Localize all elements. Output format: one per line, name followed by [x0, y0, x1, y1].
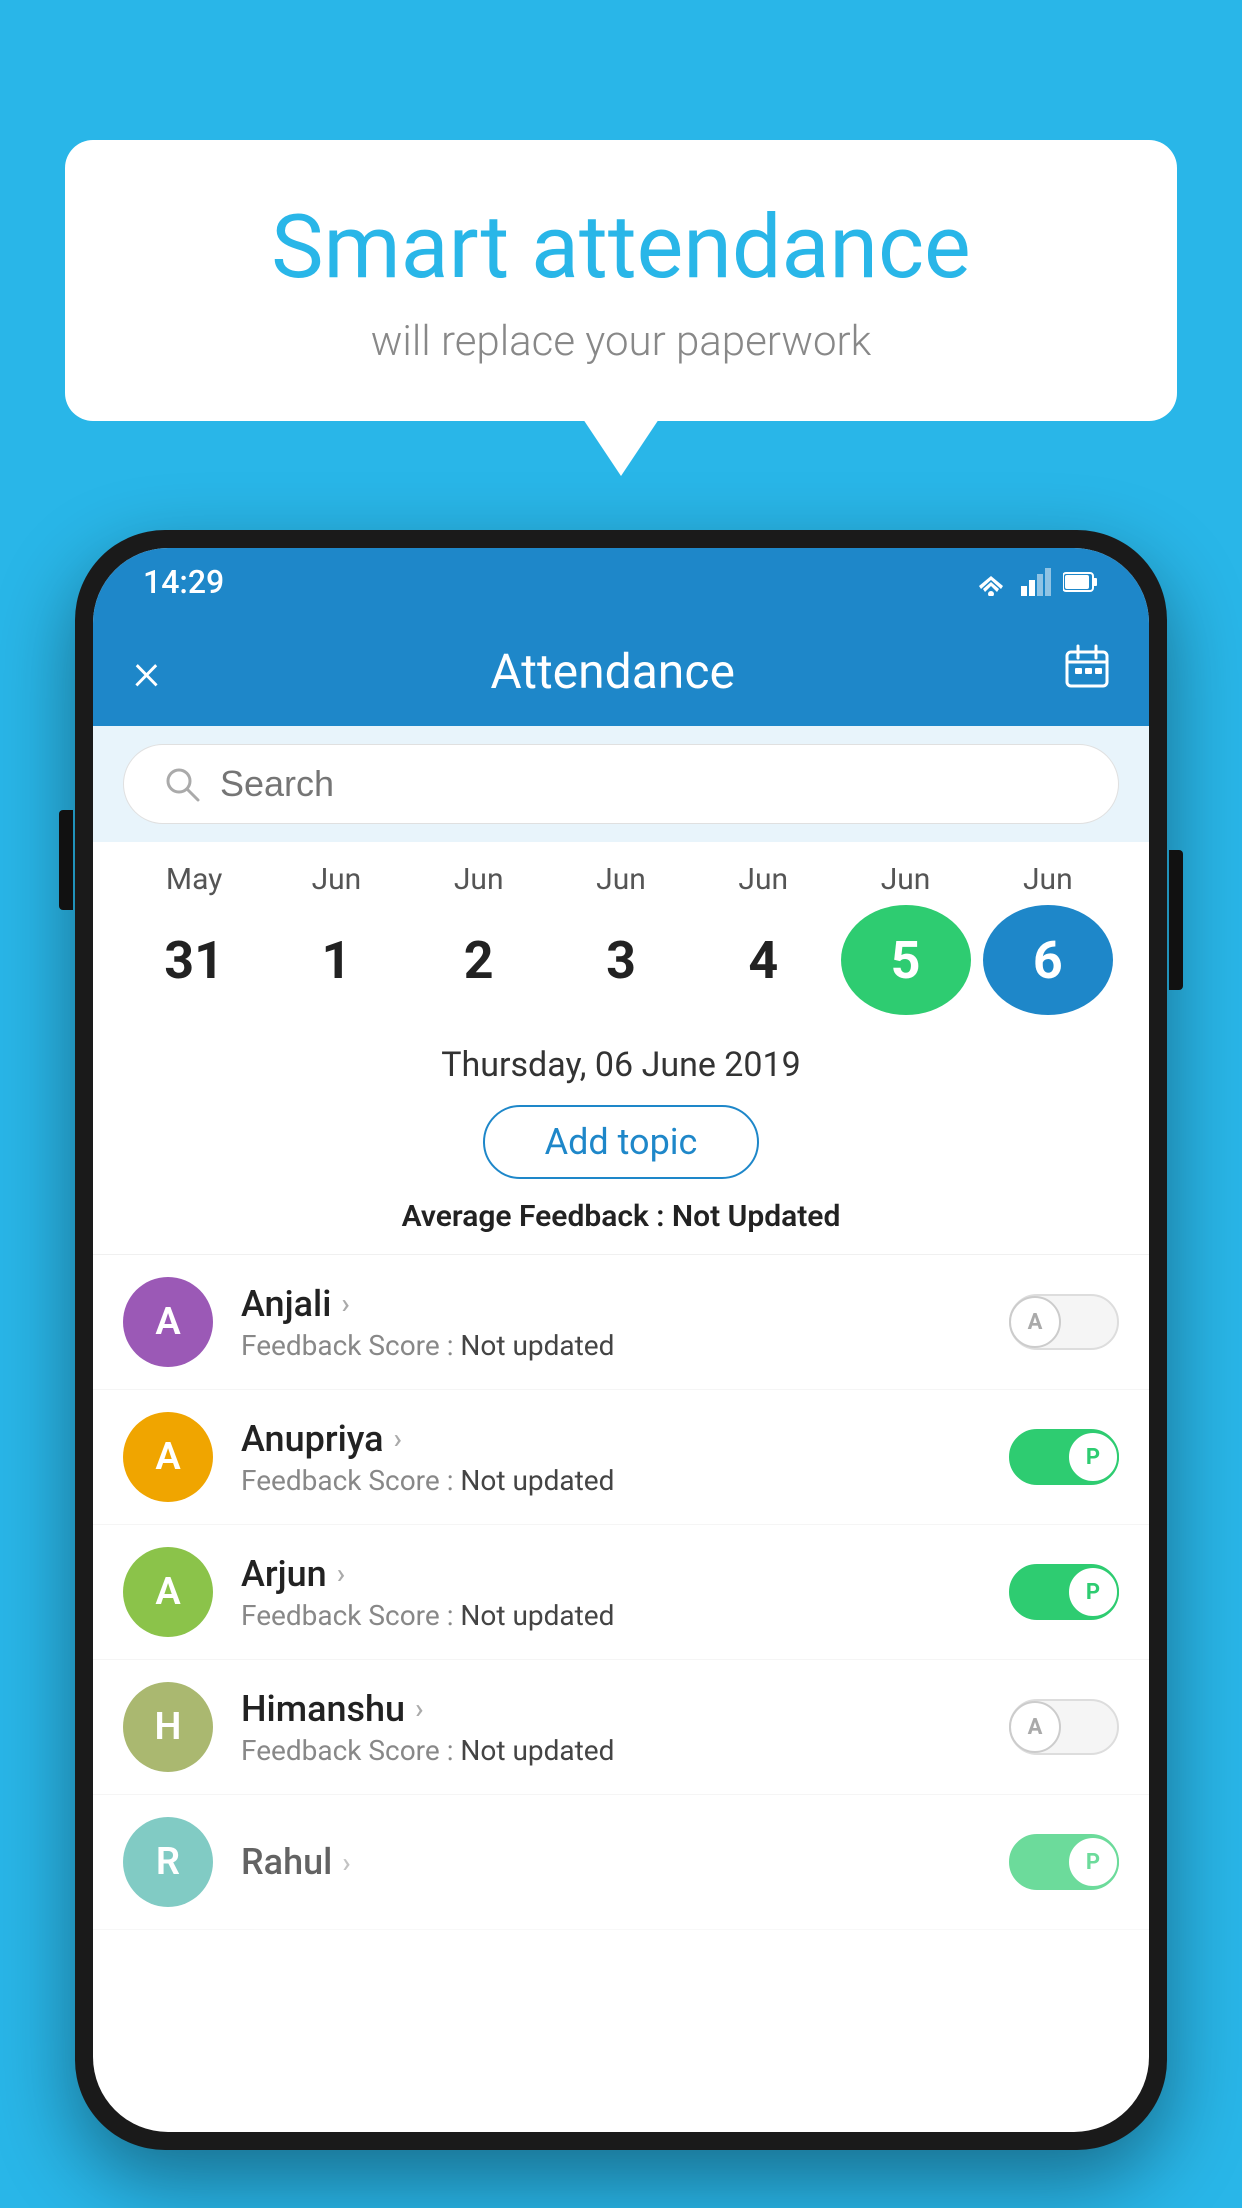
month-row: May Jun Jun Jun Jun Jun Jun	[123, 862, 1119, 897]
info-section: Thursday, 06 June 2019 Add topic Average…	[93, 1025, 1149, 1255]
attendance-toggle-partial[interactable]: P	[1009, 1834, 1119, 1890]
date-4[interactable]: 4	[698, 905, 828, 1015]
date-2[interactable]: 2	[414, 905, 544, 1015]
status-time: 14:29	[143, 563, 224, 601]
date-5-today[interactable]: 5	[841, 905, 971, 1015]
student-name-anjali: Anjali ›	[241, 1283, 981, 1325]
student-feedback-himanshu: Feedback Score : Not updated	[241, 1734, 981, 1767]
calendar-strip: May Jun Jun Jun Jun Jun Jun 31 1 2 3 4	[93, 842, 1149, 1025]
status-bar: 14:29	[93, 548, 1149, 616]
toggle-knob-himanshu: A	[1009, 1701, 1061, 1753]
wifi-icon	[973, 568, 1009, 596]
battery-icon	[1063, 571, 1099, 593]
close-button[interactable]: ×	[133, 641, 160, 702]
chevron-icon: ›	[415, 1692, 423, 1725]
toggle-himanshu[interactable]: A	[1009, 1699, 1119, 1755]
search-input[interactable]	[220, 763, 1078, 805]
student-name-arjun: Arjun ›	[241, 1553, 981, 1595]
toggle-knob-anjali: A	[1009, 1296, 1061, 1348]
date-3[interactable]: 3	[556, 905, 686, 1015]
avatar-anupriya: A	[123, 1412, 213, 1502]
avatar-partial: R	[123, 1817, 213, 1907]
student-info-partial: Rahul ›	[241, 1841, 981, 1883]
status-icons	[973, 568, 1099, 596]
toggle-anjali[interactable]: A	[1009, 1294, 1119, 1350]
search-container	[93, 726, 1149, 842]
student-item-anjali[interactable]: A Anjali › Feedback Score : Not updated	[93, 1255, 1149, 1390]
month-1: Jun	[271, 862, 401, 897]
toggle-arjun[interactable]: P	[1009, 1564, 1119, 1620]
speech-bubble-subtitle: will replace your paperwork	[145, 317, 1097, 366]
avg-feedback-value: Not Updated	[672, 1199, 840, 1234]
date-1[interactable]: 1	[271, 905, 401, 1015]
date-31[interactable]: 31	[129, 905, 259, 1015]
month-2: Jun	[414, 862, 544, 897]
toggle-knob-anupriya: P	[1067, 1431, 1119, 1483]
chevron-icon: ›	[337, 1557, 345, 1590]
toggle-partial[interactable]: P	[1009, 1834, 1119, 1890]
search-icon	[164, 766, 200, 802]
avg-feedback: Average Feedback : Not Updated	[123, 1199, 1119, 1234]
avatar-anjali: A	[123, 1277, 213, 1367]
month-5: Jun	[841, 862, 971, 897]
phone-frame: 14:29	[75, 530, 1167, 2150]
student-item-himanshu[interactable]: H Himanshu › Feedback Score : Not update…	[93, 1660, 1149, 1795]
month-3: Jun	[556, 862, 686, 897]
avatar-arjun: A	[123, 1547, 213, 1637]
month-4: Jun	[698, 862, 828, 897]
date-row: 31 1 2 3 4 5 6	[123, 905, 1119, 1015]
search-bar[interactable]	[123, 744, 1119, 824]
student-feedback-arjun: Feedback Score : Not updated	[241, 1599, 981, 1632]
student-info-himanshu: Himanshu › Feedback Score : Not updated	[241, 1688, 981, 1767]
month-0: May	[129, 862, 259, 897]
attendance-toggle-anupriya[interactable]: P	[1009, 1429, 1119, 1485]
student-feedback-anupriya: Feedback Score : Not updated	[241, 1464, 981, 1497]
student-info-arjun: Arjun › Feedback Score : Not updated	[241, 1553, 981, 1632]
month-6: Jun	[983, 862, 1113, 897]
speech-bubble: Smart attendance will replace your paper…	[65, 140, 1177, 421]
phone-screen: 14:29	[93, 548, 1149, 2132]
avatar-himanshu: H	[123, 1682, 213, 1772]
app-bar-title: Attendance	[490, 643, 735, 700]
signal-icon	[1021, 568, 1051, 596]
chevron-icon: ›	[341, 1287, 349, 1320]
app-bar: × Attendance	[93, 616, 1149, 726]
chevron-icon: ›	[394, 1422, 402, 1455]
student-name-partial: Rahul ›	[241, 1841, 981, 1883]
student-item-arjun[interactable]: A Arjun › Feedback Score : Not updated	[93, 1525, 1149, 1660]
student-list: A Anjali › Feedback Score : Not updated	[93, 1255, 1149, 1930]
student-name-anupriya: Anupriya ›	[241, 1418, 981, 1460]
toggle-knob-partial: P	[1067, 1836, 1119, 1888]
student-item-anupriya[interactable]: A Anupriya › Feedback Score : Not update…	[93, 1390, 1149, 1525]
phone-frame-container: 14:29	[75, 530, 1167, 2208]
student-info-anupriya: Anupriya › Feedback Score : Not updated	[241, 1418, 981, 1497]
attendance-toggle-anjali[interactable]: A	[1009, 1294, 1119, 1350]
calendar-icon[interactable]	[1065, 644, 1109, 699]
speech-bubble-title: Smart attendance	[145, 200, 1097, 297]
student-name-himanshu: Himanshu ›	[241, 1688, 981, 1730]
attendance-toggle-arjun[interactable]: P	[1009, 1564, 1119, 1620]
avg-feedback-label: Average Feedback :	[402, 1199, 672, 1234]
student-feedback-anjali: Feedback Score : Not updated	[241, 1329, 981, 1362]
speech-bubble-container: Smart attendance will replace your paper…	[65, 140, 1177, 421]
student-info-anjali: Anjali › Feedback Score : Not updated	[241, 1283, 981, 1362]
attendance-toggle-himanshu[interactable]: A	[1009, 1699, 1119, 1755]
chevron-icon: ›	[342, 1846, 350, 1879]
selected-date-label: Thursday, 06 June 2019	[123, 1045, 1119, 1085]
student-item-partial[interactable]: R Rahul › P	[93, 1795, 1149, 1930]
add-topic-button[interactable]: Add topic	[483, 1105, 760, 1179]
date-6-selected[interactable]: 6	[983, 905, 1113, 1015]
toggle-knob-arjun: P	[1067, 1566, 1119, 1618]
toggle-anupriya[interactable]: P	[1009, 1429, 1119, 1485]
